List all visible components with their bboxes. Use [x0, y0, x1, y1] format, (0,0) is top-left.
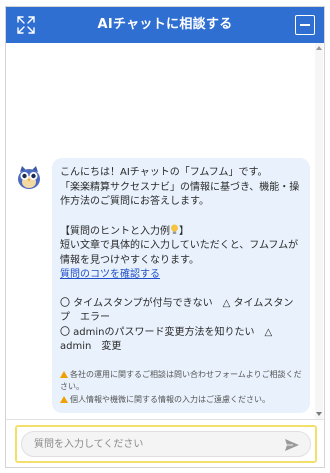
example-list: 〇 タイムスタンプが付与できない △ タイムスタンプ エラー 〇 adminのパ… — [60, 297, 294, 353]
chat-message-area[interactable]: こんにちは！AIチャットの「フムフム」です。 「楽楽精算サクセスナビ」の情報に基… — [6, 43, 324, 419]
chat-input-bar — [6, 419, 324, 467]
minimize-icon[interactable] — [295, 15, 315, 35]
scroll-up-arrow-icon[interactable] — [316, 46, 322, 50]
expand-icon[interactable] — [16, 15, 36, 35]
chat-scrollbar[interactable] — [315, 43, 323, 419]
chat-header: AIチャットに相談する — [6, 7, 324, 43]
bot-message-bubble: こんにちは！AIチャットの「フムフム」です。 「楽楽精算サクセスナビ」の情報に基… — [52, 158, 310, 413]
scroll-down-arrow-icon[interactable] — [316, 412, 322, 416]
privacy-note: 個人情報や機微に関する情報の入力はご遠慮ください。 — [60, 394, 302, 407]
greeting-text: こんにちは！AIチャットの「フムフム」です。 「楽楽精算サクセスナビ」の情報に基… — [60, 167, 300, 207]
owl-avatar-icon — [15, 163, 43, 191]
lightbulb-icon — [170, 224, 179, 237]
warning-icon — [60, 395, 68, 403]
operation-consult-note: 各社の運用に関するご相談は問い合わせフォームよりご相談ください。 — [60, 369, 302, 391]
warning-icon — [60, 370, 68, 378]
hint-title: 【質問のヒントと入力例】 — [60, 224, 189, 237]
chat-widget: AIチャットに相談する こんにちは！AIチャットの「フムフム」です。 「楽楽精算… — [5, 6, 325, 468]
question-tips-link[interactable]: 質問のコツを確認する — [60, 269, 160, 280]
chat-title: AIチャットに相談する — [97, 17, 233, 32]
question-input[interactable] — [34, 432, 274, 456]
question-input-container[interactable] — [21, 431, 311, 457]
input-highlight-frame — [15, 425, 317, 463]
hint-body: 短い文章で具体的に入力していただくと、フムフムが情報を見つけやすくなります。 — [60, 240, 299, 266]
send-icon[interactable] — [284, 437, 300, 451]
